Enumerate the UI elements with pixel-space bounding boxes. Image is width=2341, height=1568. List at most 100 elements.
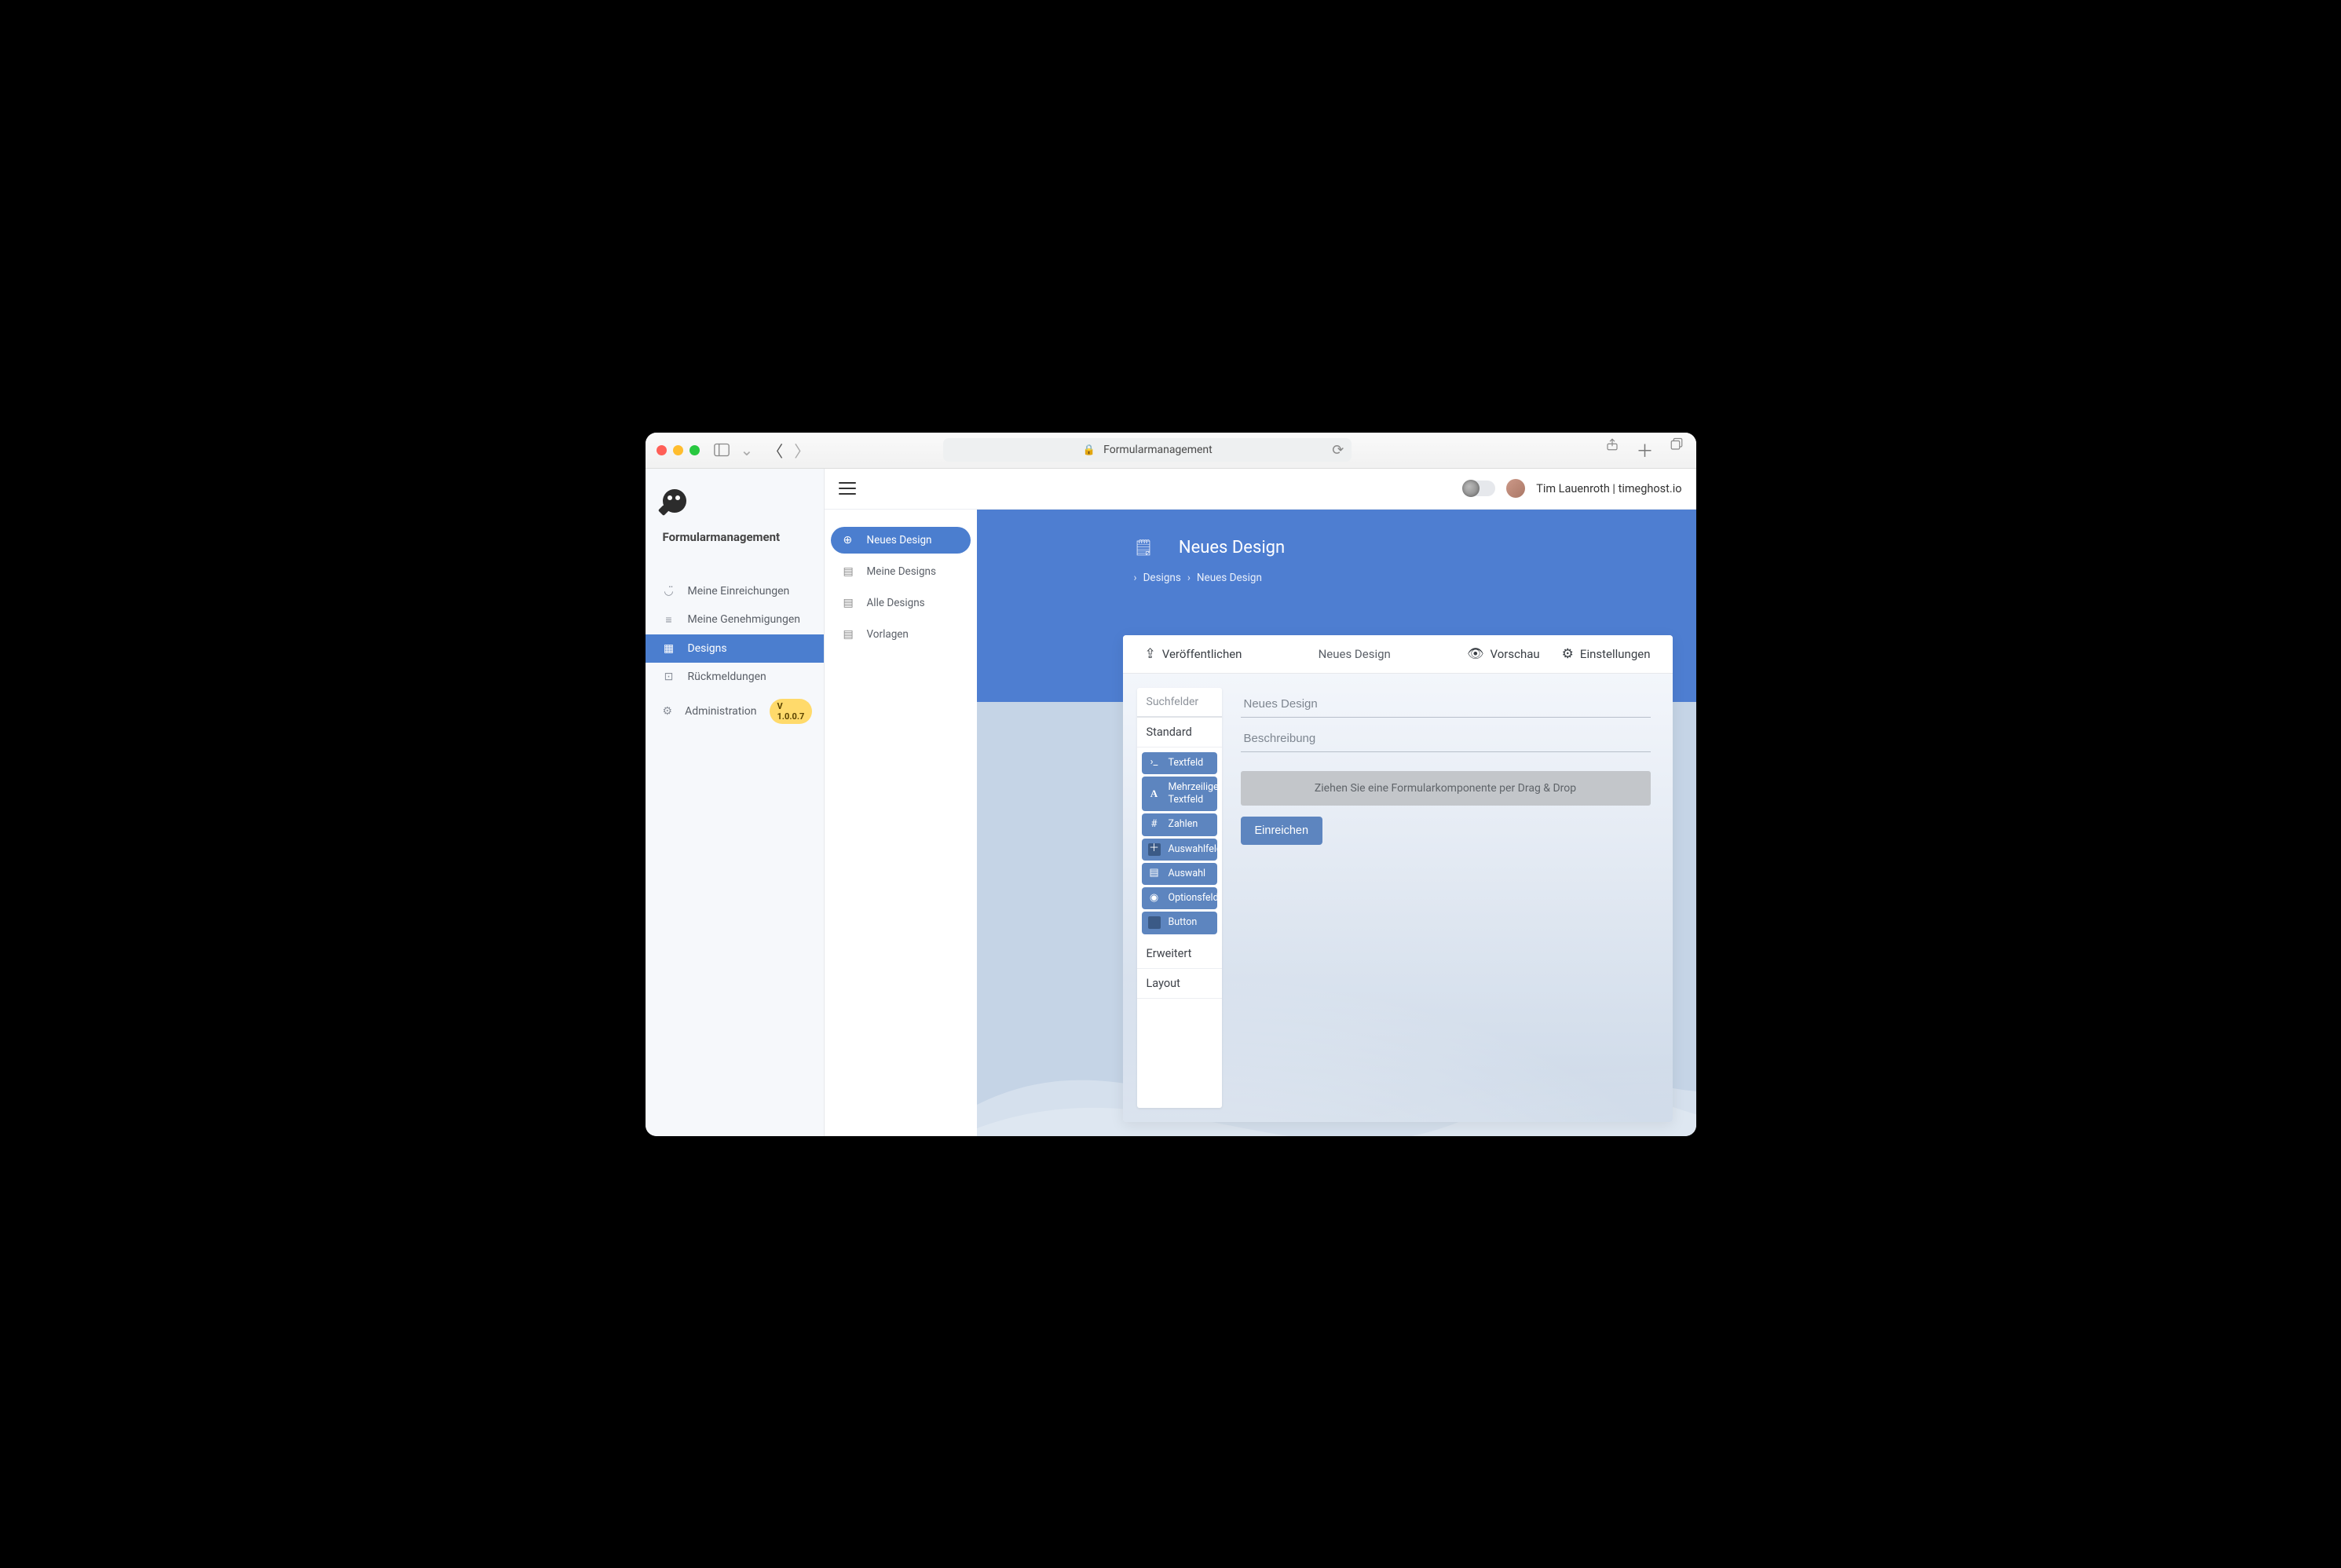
- nav-label: Meine Einreichungen: [688, 585, 790, 598]
- menu-toggle-button[interactable]: [839, 482, 856, 495]
- palette-zahlen[interactable]: # Zahlen: [1142, 813, 1217, 835]
- chip-label: Button: [1169, 916, 1211, 929]
- submit-button[interactable]: Einreichen: [1241, 817, 1323, 845]
- breadcrumb: › Designs › Neues Design: [1134, 572, 1696, 584]
- chevron-right-icon: ›: [1187, 572, 1191, 584]
- form-canvas: Ziehen Sie eine Formularkomponente per D…: [1233, 688, 1659, 1108]
- nav-my-approvals[interactable]: ≡ Meine Genehmigungen: [646, 605, 824, 634]
- breadcrumb-current[interactable]: Neues Design: [1197, 572, 1262, 584]
- palette-mehrzeiliges-textfeld[interactable]: A Mehrzeiliges Textfeld: [1142, 777, 1217, 812]
- list-icon: ▤: [1148, 868, 1161, 880]
- breadcrumb-designs[interactable]: Designs: [1143, 572, 1181, 584]
- nav-label: Meine Genehmigungen: [688, 613, 801, 626]
- close-window-button[interactable]: [657, 445, 667, 455]
- below-topbar: ⊕ Neues Design ▤ Meine Designs ▤ Alle De…: [825, 510, 1696, 1136]
- subnav-my-designs[interactable]: ▤ Meine Designs: [831, 558, 971, 585]
- radio-icon: ◉: [1148, 892, 1161, 905]
- nav-administration[interactable]: ⚙ Administration V 1.0.0.7 ›: [646, 691, 824, 732]
- palette-textfeld[interactable]: ›_ Textfeld: [1142, 752, 1217, 774]
- subnav-all-designs[interactable]: ▤ Alle Designs: [831, 590, 971, 616]
- palette-section-layout[interactable]: Layout: [1137, 969, 1222, 999]
- preview-label: Vorschau: [1491, 647, 1540, 661]
- avatar[interactable]: [1506, 479, 1525, 498]
- subnav-new-design[interactable]: ⊕ Neues Design: [831, 527, 971, 554]
- chip-label: Optionsfeld: [1169, 892, 1219, 905]
- list-icon: ▤: [843, 597, 856, 609]
- nav-label: Rückmeldungen: [688, 671, 766, 683]
- browser-window: ⌄ 〈 〉 🔒 Formularmanagement ⟳ ＋ Formularm…: [646, 433, 1696, 1136]
- sidebar: Formularmanagement ◡̈ Meine Einreichunge…: [646, 469, 825, 1136]
- minimize-window-button[interactable]: [673, 445, 683, 455]
- design-name-input[interactable]: [1241, 691, 1651, 718]
- preview-button[interactable]: 👁 Vorschau: [1467, 646, 1540, 662]
- address-title: Formularmanagement: [1103, 444, 1213, 456]
- primary-nav: ◡̈ Meine Einreichungen ≡ Meine Genehmigu…: [646, 577, 824, 732]
- component-palette: Suchfelder Standard ›_ Textfeld A: [1137, 688, 1222, 1108]
- nav-label: Designs: [688, 642, 727, 655]
- palette-optionsfeld[interactable]: ◉ Optionsfeld: [1142, 887, 1217, 909]
- gear-icon: ⚙: [1562, 646, 1574, 662]
- list-icon: ▤: [843, 565, 856, 578]
- square-icon: [1148, 916, 1161, 929]
- chip-label: Textfeld: [1169, 757, 1211, 769]
- approvals-icon: ≡: [663, 613, 675, 627]
- hash-icon: #: [1148, 818, 1161, 831]
- tabs-icon[interactable]: [1669, 437, 1684, 451]
- subnav-label: Neues Design: [867, 534, 932, 546]
- nav-forward-button[interactable]: 〉: [794, 439, 810, 462]
- list-icon: ▤: [843, 628, 856, 641]
- settings-label: Einstellungen: [1580, 647, 1651, 661]
- palette-standard-items: ›_ Textfeld A Mehrzeiliges Textfeld #: [1137, 747, 1222, 939]
- nav-label: Administration: [685, 705, 756, 718]
- font-icon: A: [1148, 788, 1161, 800]
- designs-icon: ▦: [663, 642, 675, 655]
- chip-label: Auswahlfelder: [1169, 843, 1222, 856]
- palette-button[interactable]: Button: [1142, 912, 1217, 934]
- new-tab-icon[interactable]: ＋: [1636, 437, 1653, 462]
- clipboard-icon: 🗒: [1134, 538, 1154, 557]
- editor-title: Neues Design: [1242, 647, 1466, 661]
- version-badge: V 1.0.0.7: [770, 699, 813, 724]
- user-label[interactable]: Tim Lauenroth | timeghost.io: [1536, 482, 1681, 495]
- theme-toggle[interactable]: [1464, 481, 1495, 496]
- palette-auswahl[interactable]: ▤ Auswahl: [1142, 863, 1217, 885]
- gear-icon: ⚙: [663, 705, 673, 718]
- subnav-label: Alle Designs: [867, 597, 925, 609]
- nav-feedback[interactable]: ⊡ Rückmeldungen: [646, 663, 824, 691]
- app-title: Formularmanagement: [663, 530, 807, 544]
- nav-back-button[interactable]: 〈: [767, 439, 783, 462]
- subnav-label: Vorlagen: [867, 628, 909, 641]
- palette-auswahlfelder[interactable]: ＋ Auswahlfelder: [1142, 839, 1217, 861]
- subnav-label: Meine Designs: [867, 565, 936, 578]
- nav-designs[interactable]: ▦ Designs: [646, 634, 824, 663]
- content-column: Tim Lauenroth | timeghost.io ⊕ Neues Des…: [825, 469, 1696, 1136]
- chip-label: Zahlen: [1169, 818, 1211, 831]
- traffic-lights: [657, 445, 700, 455]
- browser-chrome: ⌄ 〈 〉 🔒 Formularmanagement ⟳ ＋: [646, 433, 1696, 469]
- reload-icon[interactable]: ⟳: [1332, 442, 1344, 459]
- theme-toggle-knob: [1462, 480, 1480, 497]
- dropzone[interactable]: Ziehen Sie eine Formularkomponente per D…: [1241, 771, 1651, 806]
- share-icon[interactable]: [1604, 437, 1620, 451]
- chevron-down-icon[interactable]: ⌄: [741, 440, 754, 459]
- sidebar-toggle-icon[interactable]: [714, 443, 730, 457]
- plus-square-icon: ＋: [1148, 843, 1161, 856]
- chevron-right-icon: ›: [1134, 572, 1137, 584]
- user-icon: ◡̈: [663, 585, 675, 598]
- publish-button[interactable]: ⇪ Veröffentlichen: [1145, 646, 1242, 662]
- address-bar[interactable]: 🔒 Formularmanagement ⟳: [943, 438, 1352, 462]
- palette-section-standard[interactable]: Standard: [1137, 718, 1222, 747]
- palette-search[interactable]: Suchfelder: [1137, 688, 1222, 718]
- main: 🗒 Neues Design › Designs › Neues Design: [977, 510, 1696, 1136]
- publish-label: Veröffentlichen: [1162, 647, 1242, 661]
- palette-section-advanced[interactable]: Erweitert: [1137, 939, 1222, 969]
- design-description-input[interactable]: [1241, 726, 1651, 752]
- logo: [663, 489, 686, 513]
- page-title: Neues Design: [1179, 538, 1285, 557]
- settings-button[interactable]: ⚙ Einstellungen: [1562, 646, 1651, 662]
- brand: Formularmanagement: [646, 469, 824, 552]
- chip-label: Mehrzeiliges Textfeld: [1169, 781, 1222, 807]
- maximize-window-button[interactable]: [689, 445, 700, 455]
- subnav-templates[interactable]: ▤ Vorlagen: [831, 621, 971, 648]
- nav-my-submissions[interactable]: ◡̈ Meine Einreichungen: [646, 577, 824, 605]
